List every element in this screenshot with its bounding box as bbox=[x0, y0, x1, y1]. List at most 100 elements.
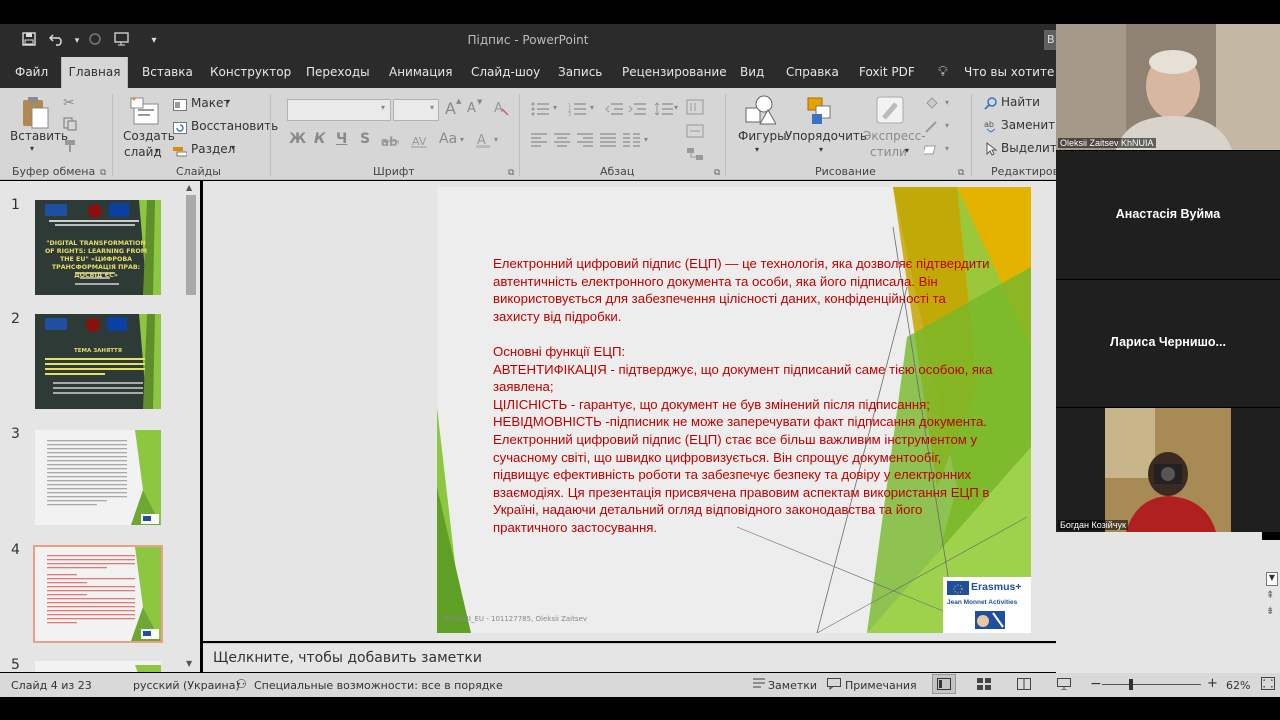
shape-outline-icon[interactable] bbox=[924, 119, 940, 138]
reading-view-icon[interactable] bbox=[1017, 678, 1031, 693]
section-button[interactable]: Раздел bbox=[191, 142, 235, 156]
fit-to-window-icon[interactable] bbox=[1261, 677, 1275, 693]
shape-fill-dropdown-icon[interactable]: ▾ bbox=[945, 98, 949, 107]
underline-button[interactable]: Ч bbox=[336, 131, 347, 147]
find-button[interactable]: Найти bbox=[1001, 95, 1040, 109]
normal-view-icon[interactable] bbox=[932, 674, 956, 694]
arrange-icon[interactable] bbox=[806, 96, 834, 130]
slide-body-text[interactable]: Електронний цифровий підпис (ЕЦП) — це т… bbox=[493, 255, 993, 537]
clipboard-launcher-icon[interactable]: ⧉ bbox=[100, 168, 106, 178]
arrange-button[interactable]: Упорядочить bbox=[785, 129, 867, 143]
slide-thumbnail-4-selected[interactable] bbox=[33, 545, 163, 643]
zoom-in-button[interactable]: + bbox=[1207, 676, 1218, 691]
current-slide[interactable]: Електронний цифровий підпис (ЕЦП) — це т… bbox=[437, 187, 1031, 633]
tab-help[interactable]: Справка bbox=[786, 57, 839, 88]
change-case-dropdown-icon[interactable]: ▾ bbox=[460, 135, 464, 144]
shape-outline-dropdown-icon[interactable]: ▾ bbox=[945, 121, 949, 130]
paragraph-launcher-icon[interactable]: ⧉ bbox=[714, 168, 720, 178]
bullets-dropdown-icon[interactable]: ▾ bbox=[553, 103, 557, 112]
justify-icon[interactable] bbox=[600, 132, 616, 151]
tab-record[interactable]: Запись bbox=[558, 57, 602, 88]
change-case-button[interactable]: Aa bbox=[439, 131, 457, 147]
layout-dropdown-icon[interactable]: ▾ bbox=[226, 97, 230, 106]
decrease-font-size-icon[interactable]: A bbox=[467, 101, 476, 116]
smartart-icon[interactable] bbox=[686, 146, 704, 165]
participant-tile-2[interactable]: Анастасія Вуйма bbox=[1056, 151, 1280, 279]
cut-icon[interactable]: ✂ bbox=[63, 95, 75, 111]
previous-slide-icon[interactable]: ⇞ bbox=[1266, 590, 1274, 601]
quick-styles-label-2[interactable]: стили bbox=[870, 145, 907, 159]
character-spacing-icon[interactable]: AV bbox=[410, 133, 428, 152]
select-button[interactable]: Выделить bbox=[1001, 141, 1064, 155]
scroll-down-button[interactable]: ▼ bbox=[1266, 572, 1278, 586]
reset-button[interactable]: Восстановить bbox=[191, 119, 278, 133]
font-launcher-icon[interactable]: ⧉ bbox=[508, 168, 514, 178]
new-slide-icon[interactable] bbox=[129, 96, 161, 132]
font-size-dropdown-icon[interactable]: ▾ bbox=[430, 103, 434, 112]
strikethrough-icon[interactable]: abc bbox=[381, 133, 405, 152]
comments-button[interactable]: Примечания bbox=[845, 679, 917, 692]
columns-icon[interactable] bbox=[623, 132, 641, 151]
arrange-dropdown-icon[interactable]: ▾ bbox=[819, 145, 823, 154]
find-icon[interactable] bbox=[984, 95, 998, 114]
replace-icon[interactable]: ab bbox=[984, 118, 998, 137]
font-color-dropdown-icon[interactable]: ▾ bbox=[494, 135, 498, 144]
tab-review[interactable]: Рецензирование bbox=[622, 57, 727, 88]
font-family-input[interactable] bbox=[287, 99, 391, 121]
line-spacing-dropdown-icon[interactable]: ▾ bbox=[674, 103, 678, 112]
notes-button[interactable]: Заметки bbox=[768, 679, 817, 692]
shadow-button[interactable]: S bbox=[360, 131, 370, 147]
tab-animations[interactable]: Анимация bbox=[389, 57, 452, 88]
shapes-dropdown-icon[interactable]: ▾ bbox=[755, 145, 759, 154]
slide-sorter-icon[interactable] bbox=[977, 678, 991, 693]
align-right-icon[interactable] bbox=[577, 132, 593, 151]
scroll-down-icon[interactable]: ▼ bbox=[186, 659, 192, 668]
slideshow-icon[interactable] bbox=[1057, 678, 1071, 693]
paste-button[interactable]: Вставить bbox=[10, 129, 68, 143]
comments-icon[interactable] bbox=[827, 678, 841, 693]
shape-effects-dropdown-icon[interactable]: ▾ bbox=[945, 144, 949, 153]
new-slide-button[interactable]: Создать bbox=[123, 129, 175, 143]
increase-font-size-icon[interactable]: A bbox=[445, 99, 456, 118]
accessibility-status[interactable]: Специальные возможности: все в порядке bbox=[254, 679, 503, 692]
align-left-icon[interactable] bbox=[531, 132, 547, 151]
notes-icon[interactable] bbox=[753, 678, 765, 691]
shape-fill-icon[interactable] bbox=[924, 96, 940, 115]
zoom-out-button[interactable]: − bbox=[1090, 676, 1102, 692]
participant-video-4[interactable]: Богдан Козійчук bbox=[1056, 408, 1280, 532]
tab-view[interactable]: Вид bbox=[740, 57, 764, 88]
quick-styles-button[interactable]: Экспресс- bbox=[863, 129, 926, 143]
slide-thumbnail-1[interactable]: "DIGITAL TRANSFORMATION OF RIGHTS: LEARN… bbox=[35, 200, 161, 295]
tab-file[interactable]: Файл bbox=[15, 57, 48, 88]
italic-button[interactable]: К bbox=[314, 131, 325, 147]
bold-button[interactable]: Ж bbox=[289, 131, 306, 147]
slide-thumbnail-3[interactable] bbox=[35, 430, 161, 525]
tab-insert[interactable]: Вставка bbox=[142, 57, 193, 88]
columns-dropdown-icon[interactable]: ▾ bbox=[644, 135, 648, 144]
numbering-dropdown-icon[interactable]: ▾ bbox=[590, 103, 594, 112]
language-indicator[interactable]: русский (Украина) bbox=[133, 679, 240, 692]
next-slide-icon[interactable]: ⇟ bbox=[1266, 606, 1274, 617]
slide-thumbnail-5[interactable] bbox=[35, 661, 161, 672]
signin-button[interactable]: В bbox=[1044, 30, 1056, 50]
tab-slideshow[interactable]: Слайд-шоу bbox=[471, 57, 540, 88]
shapes-button[interactable]: Фигуры bbox=[738, 129, 787, 143]
decrease-indent-icon[interactable] bbox=[605, 101, 623, 120]
lightbulb-icon[interactable]: 💡︎ bbox=[938, 57, 948, 88]
scroll-up-icon[interactable]: ▲ bbox=[186, 183, 192, 192]
participant-video-1[interactable]: Oleksii Zaitsev KhNUIA bbox=[1056, 24, 1280, 150]
clear-formatting-icon[interactable]: A bbox=[493, 99, 509, 119]
align-text-icon[interactable] bbox=[686, 123, 704, 142]
shape-effects-icon[interactable] bbox=[922, 142, 940, 161]
bullets-icon[interactable] bbox=[531, 101, 551, 120]
select-icon[interactable] bbox=[984, 141, 998, 160]
new-slide-dropdown-icon[interactable]: ▾ bbox=[155, 146, 159, 155]
copy-icon[interactable] bbox=[63, 116, 77, 135]
zoom-level[interactable]: 62% bbox=[1226, 679, 1250, 692]
notes-pane[interactable]: Щелкните, чтобы добавить заметки bbox=[203, 643, 1056, 672]
zoom-slider[interactable] bbox=[1102, 679, 1201, 690]
line-spacing-icon[interactable] bbox=[654, 101, 674, 120]
quick-styles-dropdown-icon[interactable]: ▾ bbox=[905, 146, 909, 155]
shapes-icon[interactable] bbox=[744, 94, 777, 132]
font-family-dropdown-icon[interactable]: ▾ bbox=[381, 103, 385, 112]
